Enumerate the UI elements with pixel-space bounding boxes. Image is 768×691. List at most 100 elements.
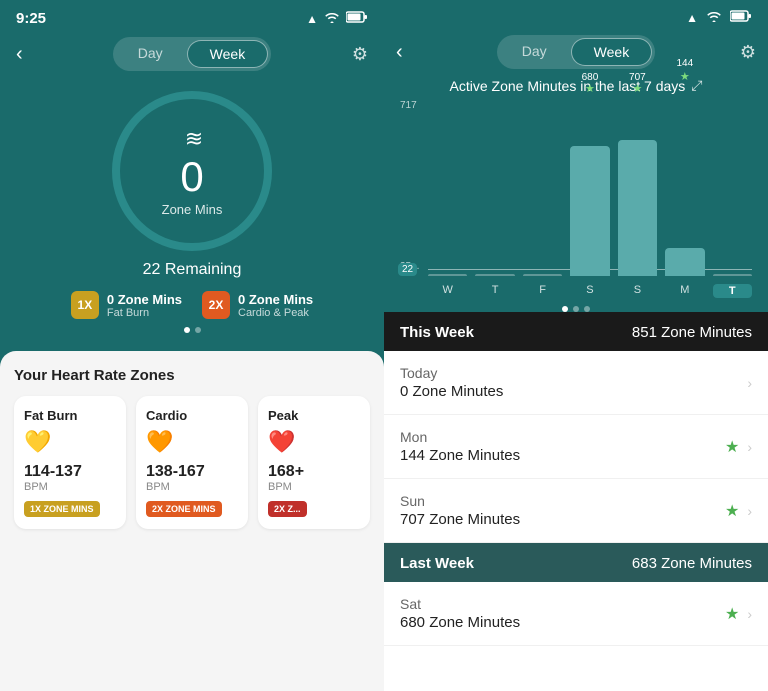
bar-s2 — [618, 140, 657, 276]
remaining-text: 22 Remaining — [143, 261, 242, 279]
bar-group-t1 — [475, 100, 514, 276]
tab-week-right[interactable]: Week — [571, 38, 653, 66]
left-panel: 9:25 ▲ ‹ Day Week — [0, 0, 384, 691]
hr-emoji-peak: ❤️ — [268, 429, 360, 455]
list-item-value-sun: 707 Zone Minutes — [400, 511, 520, 528]
hr-zone-label-fatburn: 1X ZONE MINS — [24, 501, 100, 517]
x-label-t1: T — [475, 284, 514, 298]
zone-value: 0 — [180, 156, 203, 198]
x-label-f: F — [523, 284, 562, 298]
badge-type-1x: Fat Burn — [107, 307, 182, 319]
list-item-value-mon: 144 Zone Minutes — [400, 447, 520, 464]
status-time: 9:25 — [16, 10, 46, 27]
dot-1 — [184, 327, 190, 333]
hr-card-fatburn: Fat Burn 💛 114-137 BPM 1X ZONE MINS — [14, 396, 126, 529]
bar-group-s1: ★ 680 — [570, 100, 609, 276]
zone-unit: Zone Mins — [162, 202, 223, 217]
list-item-day-sat: Sat — [400, 596, 520, 612]
badge-info-2x: 0 Zone Mins Cardio & Peak — [238, 292, 313, 319]
zone-badge-2x: 2X 0 Zone Mins Cardio & Peak — [202, 291, 313, 319]
x-label-today: T — [713, 284, 752, 298]
this-week-value: 851 Zone Minutes — [632, 324, 752, 341]
bar-s1 — [570, 146, 609, 276]
hr-unit-fatburn: BPM — [24, 481, 116, 493]
bar-group-f — [523, 100, 562, 276]
chevron-icon-today: › — [747, 375, 752, 391]
tab-day-left[interactable]: Day — [116, 40, 185, 68]
this-week-header: This Week 851 Zone Minutes — [384, 312, 768, 351]
list-item-right-mon: ★ › — [725, 437, 752, 457]
bar-value-m: 144 — [665, 58, 704, 69]
tab-day-right[interactable]: Day — [500, 38, 569, 66]
hr-range-peak: 168+ — [268, 463, 360, 481]
battery-icon — [346, 11, 368, 26]
list-item-right-sun: ★ › — [725, 501, 752, 521]
list-item-left-sat: Sat 680 Zone Minutes — [400, 596, 520, 631]
bar-group-m: ★ 144 — [665, 100, 704, 276]
badge-mins-1x: 0 Zone Mins — [107, 292, 182, 307]
list-item-mon[interactable]: Mon 144 Zone Minutes ★ › — [384, 415, 768, 479]
chart-container: 717 35... 22 — [400, 100, 752, 300]
list-item-sat[interactable]: Sat 680 Zone Minutes ★ › — [384, 582, 768, 646]
bar-star-s2: ★ — [618, 82, 657, 95]
zone-badge-1x: 1X 0 Zone Mins Fat Burn — [71, 291, 182, 319]
list-item-day-today: Today — [400, 365, 503, 381]
list-section: This Week 851 Zone Minutes Today 0 Zone … — [384, 312, 768, 691]
hr-card-title-fatburn: Fat Burn — [24, 408, 116, 423]
hr-cards: Fat Burn 💛 114-137 BPM 1X ZONE MINS Card… — [14, 396, 370, 529]
star-icon-sun: ★ — [725, 501, 739, 521]
wifi-icon — [324, 11, 340, 26]
list-item-today[interactable]: Today 0 Zone Minutes › — [384, 351, 768, 415]
bar-group-today — [713, 100, 752, 276]
bar-f — [523, 274, 562, 276]
list-item-left-mon: Mon 144 Zone Minutes — [400, 429, 520, 464]
segment-control-right: Day Week — [497, 35, 655, 69]
hr-card-title-cardio: Cardio — [146, 408, 238, 423]
status-icons: ▲ — [306, 11, 368, 26]
hr-unit-peak: BPM — [268, 481, 360, 493]
star-icon-mon: ★ — [725, 437, 739, 457]
list-item-sun[interactable]: Sun 707 Zone Minutes ★ › — [384, 479, 768, 543]
bar-star-m: ★ — [665, 70, 704, 83]
bar-value-s1: 680 — [570, 72, 609, 83]
bar-value-s2: 707 — [618, 72, 657, 83]
bar-star-s1: ★ — [570, 82, 609, 95]
chevron-icon-sat: › — [747, 606, 752, 622]
bar-group-s2: ★ 707 — [618, 100, 657, 276]
badge-mins-2x: 0 Zone Mins — [238, 292, 313, 307]
x-label-m: M — [665, 284, 704, 298]
list-item-day-mon: Mon — [400, 429, 520, 445]
hr-card-peak: Peak ❤️ 168+ BPM 2X Z... — [258, 396, 370, 529]
zone-waves-icon: ≋ — [185, 126, 199, 152]
chart-bars: ★ 680 ★ 707 ★ 144 — [428, 100, 752, 276]
bar-t1 — [475, 274, 514, 276]
tab-week-left[interactable]: Week — [187, 40, 269, 68]
list-item-right-today: › — [747, 375, 752, 391]
list-item-left-sun: Sun 707 Zone Minutes — [400, 493, 520, 528]
hr-unit-cardio: BPM — [146, 481, 238, 493]
page-dots — [184, 327, 201, 333]
zone-circle: ≋ 0 Zone Mins — [112, 91, 272, 251]
back-button-left[interactable]: ‹ — [16, 43, 23, 66]
circle-section: ≋ 0 Zone Mins 22 Remaining 1X 0 Zone Min… — [0, 81, 384, 347]
right-panel: ▲ ‹ Day Week ⚙ Active Zone Minutes in — [384, 0, 768, 691]
x-label-w: W — [428, 284, 467, 298]
zone-badges: 1X 0 Zone Mins Fat Burn 2X 0 Zone Mins C… — [71, 291, 313, 319]
hr-title: Your Heart Rate Zones — [14, 367, 370, 384]
hr-emoji-cardio: 🧡 — [146, 429, 238, 455]
bar-m — [665, 248, 704, 276]
last-week-value: 683 Zone Minutes — [632, 555, 752, 572]
segment-control-left: Day Week — [113, 37, 271, 71]
last-week-header: Last Week 683 Zone Minutes — [384, 543, 768, 582]
gear-button-left[interactable]: ⚙ — [352, 44, 368, 65]
wifi-icon-right — [706, 10, 722, 25]
back-button-right[interactable]: ‹ — [396, 41, 403, 64]
last-week-title: Last Week — [400, 555, 474, 572]
chart-y-labels: 717 35... — [400, 100, 419, 276]
nav-bar-right: ‹ Day Week ⚙ — [384, 31, 768, 77]
list-item-value-sat: 680 Zone Minutes — [400, 614, 520, 631]
list-item-left-today: Today 0 Zone Minutes — [400, 365, 503, 400]
this-week-title: This Week — [400, 324, 474, 341]
bar-w — [428, 274, 467, 276]
gear-button-right[interactable]: ⚙ — [740, 42, 756, 63]
